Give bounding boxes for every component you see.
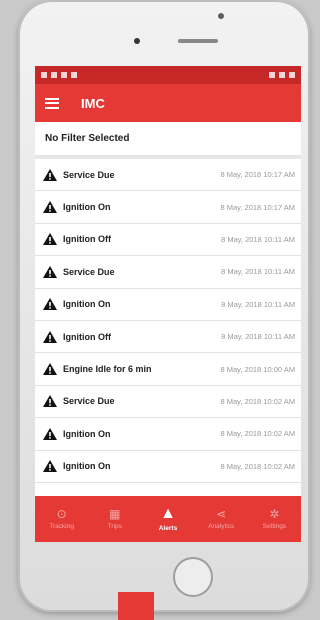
warning-icon — [43, 395, 57, 408]
alert-name: Ignition Off — [63, 331, 111, 342]
wifi-icon — [279, 72, 285, 78]
device-stage: IMC No Filter Selected Service Due 8 May,… — [0, 0, 319, 620]
notification-icon — [51, 72, 57, 78]
alert-name: Ignition On — [63, 461, 111, 472]
warning-icon — [43, 201, 57, 214]
alert-row[interactable]: Service Due 8 May, 2018 10:17 AM — [35, 159, 301, 192]
app-bar: IMC — [35, 84, 301, 122]
trips-icon: ▦ — [109, 507, 121, 521]
warning-icon — [43, 460, 57, 473]
nav-label: Alerts — [158, 525, 178, 532]
filter-bar[interactable]: No Filter Selected — [35, 122, 301, 159]
alert-time: 8 May, 2018 10:02 AM — [220, 396, 296, 406]
alert-row[interactable]: Ignition Off 8 May, 2018 10:11 AM — [35, 224, 301, 257]
nav-item-settings[interactable]: ✲ Settings — [248, 496, 301, 542]
alert-name: Ignition On — [63, 428, 111, 439]
filter-label: No Filter Selected — [45, 133, 130, 144]
sensor-dot — [218, 13, 224, 19]
status-right-icons — [269, 72, 295, 78]
warning-icon — [43, 427, 57, 440]
bottom-navigation: ⊙ Tracking ▦ Trips ▲ Alerts ⋖ Analytics ✲ Setting… — [35, 496, 301, 542]
alert-time: 8 May, 2018 10:17 AM — [220, 202, 296, 212]
warning-icon — [43, 233, 57, 246]
signal-icon — [269, 72, 275, 78]
nav-item-tracking[interactable]: ⊙ Tracking — [35, 496, 88, 542]
nav-label: Trips — [107, 523, 122, 530]
alert-time: 8 May, 2018 10:11 AM — [221, 332, 295, 342]
alert-name: Engine Idle for 6 min — [63, 364, 152, 375]
warning-icon — [43, 298, 57, 311]
hamburger-menu-icon[interactable] — [45, 97, 59, 109]
notification-icon — [41, 72, 47, 78]
notification-icon — [61, 72, 67, 78]
app-screen: IMC No Filter Selected Service Due 8 May,… — [35, 66, 301, 542]
nav-label: Settings — [262, 523, 287, 530]
status-left-icons — [41, 72, 77, 78]
alert-row[interactable]: Ignition On 8 May, 2018 10:02 AM — [35, 451, 301, 483]
app-title: IMC — [81, 95, 105, 111]
status-bar — [35, 66, 301, 84]
nav-item-trips[interactable]: ▦ Trips — [88, 496, 141, 542]
earpiece-speaker — [178, 39, 218, 43]
alert-name: Service Due — [63, 266, 115, 277]
alert-time: 8 May, 2018 10:02 AM — [220, 461, 296, 471]
alert-list: Service Due 8 May, 2018 10:17 AM Ignition … — [35, 159, 301, 496]
warning-icon — [43, 330, 57, 343]
home-button[interactable] — [173, 557, 213, 597]
alert-name: Ignition On — [63, 202, 111, 213]
warning-icon — [43, 168, 57, 181]
alert-time: 8 May, 2018 10:11 AM — [221, 267, 295, 277]
alert-name: Service Due — [63, 169, 115, 180]
location-pin-icon: ⊙ — [56, 507, 67, 521]
share-icon: ⋖ — [216, 507, 227, 521]
nav-item-alerts[interactable]: ▲ Alerts — [141, 496, 194, 542]
warning-icon — [43, 363, 57, 376]
alert-row[interactable]: Service Due 8 May, 2018 10:11 AM — [35, 256, 301, 289]
alert-time: 8 May, 2018 10:17 AM — [220, 170, 296, 180]
alert-time: 8 May, 2018 10:11 AM — [221, 299, 295, 309]
red-marker — [118, 592, 154, 620]
nav-label: Analytics — [208, 523, 235, 530]
alert-time: 8 May, 2018 10:02 AM — [220, 429, 296, 439]
alert-name: Ignition On — [63, 299, 111, 310]
nav-item-analytics[interactable]: ⋖ Analytics — [195, 496, 248, 542]
alert-row[interactable]: Ignition On 8 May, 2018 10:02 AM — [35, 418, 301, 451]
alert-row[interactable]: Ignition Off 8 May, 2018 10:11 AM — [35, 321, 301, 354]
gear-icon: ✲ — [269, 507, 280, 521]
alert-row[interactable]: Ignition On 8 May, 2018 10:17 AM — [35, 191, 301, 224]
notification-icon — [71, 72, 77, 78]
alert-row[interactable]: Ignition On 8 May, 2018 10:11 AM — [35, 289, 301, 321]
battery-icon — [289, 72, 295, 78]
warning-icon: ▲ — [160, 505, 176, 522]
alert-row[interactable]: Service Due 8 May, 2018 10:02 AM — [35, 386, 301, 419]
alert-name: Service Due — [63, 396, 115, 407]
alert-name: Ignition Off — [63, 234, 111, 245]
nav-label: Tracking — [49, 523, 74, 530]
alert-time: 8 May, 2018 10:11 AM — [221, 234, 295, 244]
front-camera — [134, 38, 140, 44]
alert-row[interactable]: Engine Idle for 6 min 8 May, 2018 10:00 A… — [35, 353, 301, 386]
alert-time: 8 May, 2018 10:00 AM — [220, 364, 296, 374]
warning-icon — [43, 265, 57, 278]
